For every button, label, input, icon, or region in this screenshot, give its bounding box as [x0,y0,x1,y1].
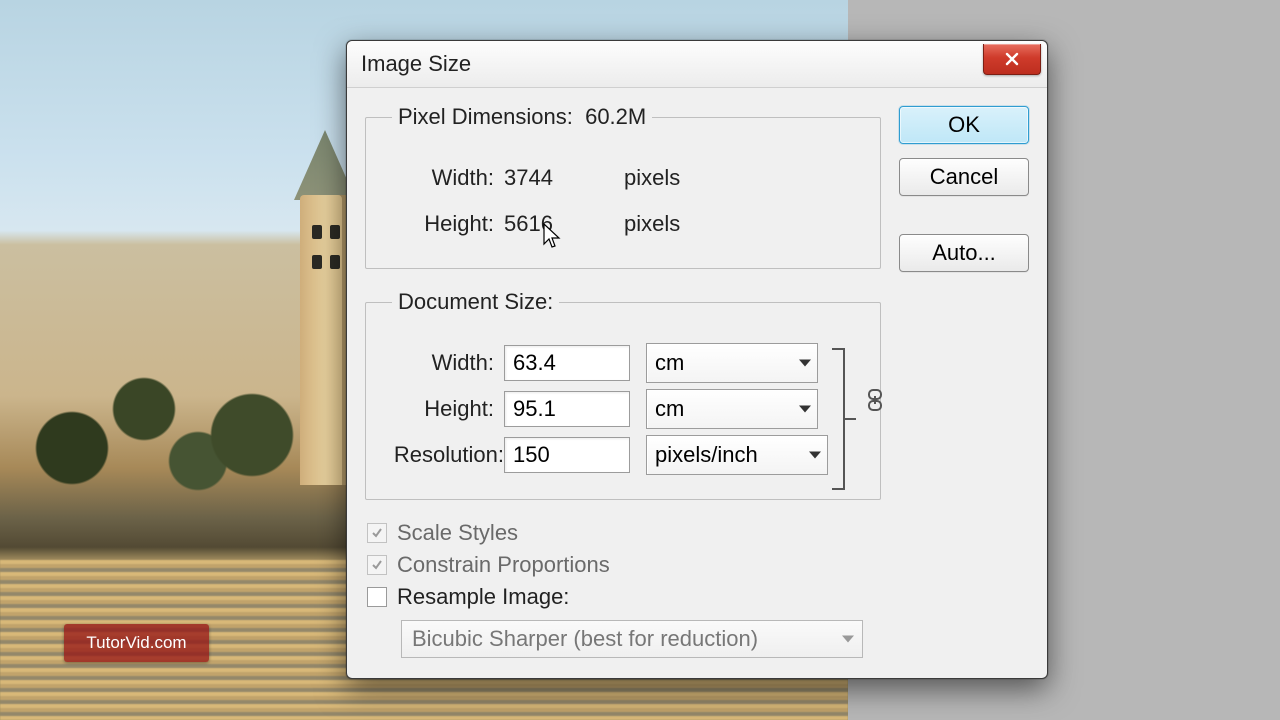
px-width-label: Width: [386,165,504,191]
scale-styles-option: Scale Styles [365,520,881,546]
background-detail [0,370,360,500]
doc-height-label: Height: [386,396,504,422]
document-size-group: Document Size: Width: cm Height: cm [365,289,881,500]
watermark-text: TutorVid.com [86,633,186,653]
chevron-down-icon [799,360,811,367]
resample-method-select: Bicubic Sharper (best for reduction) [401,620,863,658]
px-height-unit: pixels [624,211,680,237]
background-detail [330,255,340,269]
pixel-dimensions-legend: Pixel Dimensions: 60.2M [392,104,652,130]
resample-method-value: Bicubic Sharper (best for reduction) [412,626,758,652]
background-detail [312,255,322,269]
doc-height-input[interactable] [504,391,630,427]
resample-image-label: Resample Image: [397,584,569,610]
auto-button[interactable]: Auto... [899,234,1029,272]
cancel-button[interactable]: Cancel [899,158,1029,196]
doc-width-unit-value: cm [655,350,684,376]
pixel-dimensions-group: Pixel Dimensions: 60.2M Width: 3744 pixe… [365,104,881,269]
doc-width-unit-select[interactable]: cm [646,343,818,383]
image-size-dialog: Image Size Pixel Dimensions: 60.2M Width… [346,40,1048,679]
px-height-value: 5616 [504,211,624,237]
checkmark-icon [371,527,383,539]
constrain-proportions-checkbox [367,555,387,575]
constrain-proportions-option: Constrain Proportions [365,552,881,578]
chevron-down-icon [809,452,821,459]
doc-width-input[interactable] [504,345,630,381]
resolution-label: Resolution: [386,442,514,468]
document-size-legend: Document Size: [392,289,559,315]
doc-height-unit-select[interactable]: cm [646,389,818,429]
checkmark-icon [371,559,383,571]
watermark-badge: TutorVid.com [64,624,209,662]
pixel-dimensions-size: 60.2M [585,104,646,129]
constrain-proportions-label: Constrain Proportions [397,552,610,578]
dialog-titlebar[interactable]: Image Size [347,41,1047,88]
resolution-unit-select[interactable]: pixels/inch [646,435,828,475]
doc-height-unit-value: cm [655,396,684,422]
close-button[interactable] [983,44,1041,75]
chevron-down-icon [799,406,811,413]
ok-button[interactable]: OK [899,106,1029,144]
close-icon [1005,52,1019,66]
scale-styles-checkbox [367,523,387,543]
doc-width-label: Width: [386,350,504,376]
chevron-down-icon [842,636,854,643]
resample-image-option[interactable]: Resample Image: [365,584,881,610]
scale-styles-label: Scale Styles [397,520,518,546]
resolution-input[interactable] [504,437,630,473]
px-height-label: Height: [386,211,504,237]
resolution-unit-value: pixels/inch [655,442,758,468]
background-detail [330,225,340,239]
px-width-value: 3744 [504,165,624,191]
chain-link-icon [866,389,884,411]
background-detail [312,225,322,239]
pixel-dimensions-label: Pixel Dimensions: [398,104,573,129]
px-width-unit: pixels [624,165,680,191]
dialog-title: Image Size [361,51,471,77]
resample-image-checkbox[interactable] [367,587,387,607]
